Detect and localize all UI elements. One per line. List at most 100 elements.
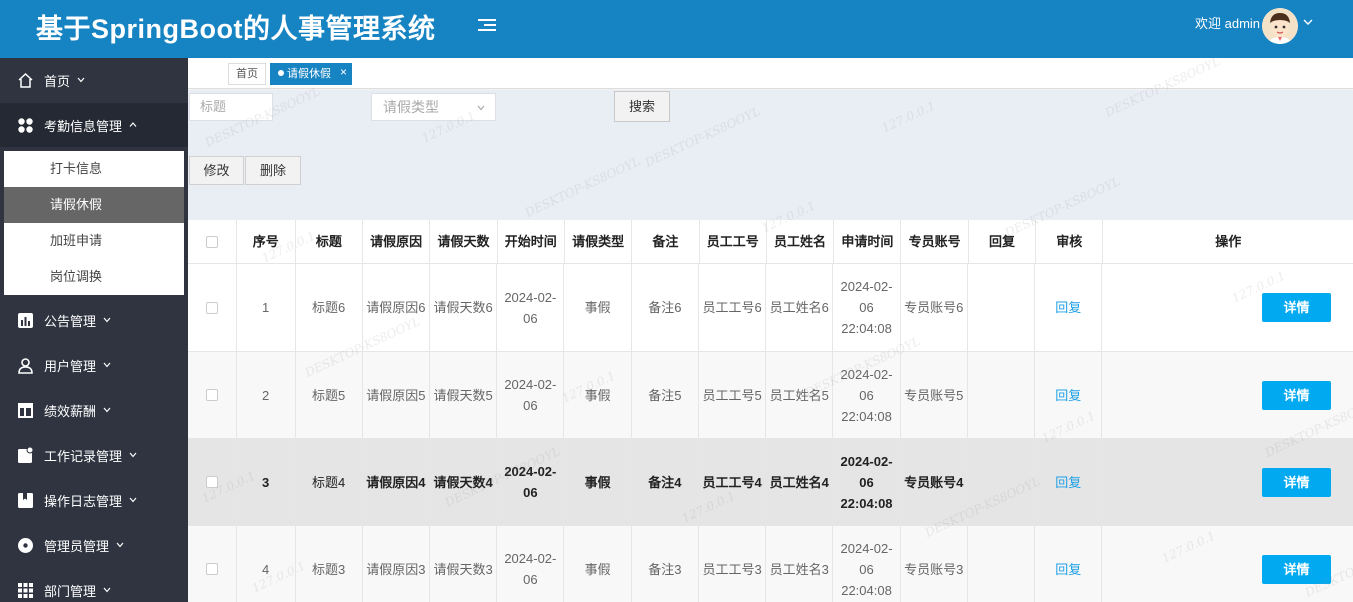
cell-emp-name: 员工姓名4 <box>766 439 834 525</box>
edit-button[interactable]: 修改 <box>189 156 244 185</box>
cell-reply <box>968 352 1036 438</box>
chevron-down-icon <box>129 497 137 503</box>
search-button[interactable]: 搜索 <box>614 91 670 122</box>
sidebar-item-label: 首页 <box>44 73 71 89</box>
sidebar-item-attendance[interactable]: 考勤信息管理 <box>0 103 188 147</box>
chevron-up-icon <box>129 122 137 127</box>
select-all-cell <box>188 220 237 263</box>
chart-icon <box>18 312 33 328</box>
sidebar-item-label: 绩效薪酬 <box>44 403 97 419</box>
sidebar-item-oplog[interactable]: 操作日志管理 <box>0 478 188 522</box>
home-icon <box>18 72 33 88</box>
tab-leave[interactable]: 请假休假 × <box>270 63 352 85</box>
col-header: 专员账号 <box>901 220 969 263</box>
tab-label: 请假休假 <box>287 68 331 80</box>
col-header: 请假类型 <box>565 220 633 263</box>
sidebar-item-label: 工作记录管理 <box>44 448 123 464</box>
select-all-checkbox[interactable] <box>205 235 218 248</box>
cell-apply-time: 2024-02-06 22:04:08 <box>833 526 901 602</box>
col-header: 请假天数 <box>430 220 498 263</box>
row-checkbox[interactable] <box>205 389 218 401</box>
col-header: 员工姓名 <box>767 220 835 263</box>
chevron-down-icon <box>477 105 485 111</box>
table-row[interactable]: 1 标题6 请假原因6 请假天数6 2024-02-06 事假 备注6 员工工号… <box>188 264 1353 352</box>
cell-days: 请假天数6 <box>430 264 498 351</box>
cell-emp-name: 员工姓名3 <box>766 526 834 602</box>
sidebar-item-salary[interactable]: 绩效薪酬 <box>0 388 188 432</box>
layout-icon <box>18 402 33 418</box>
detail-button[interactable]: 详情 <box>1261 554 1331 584</box>
leave-type-select[interactable]: 请假类型 <box>371 93 496 121</box>
cell-title: 标题4 <box>296 439 363 525</box>
cell-reply <box>968 526 1036 602</box>
submenu-item-overtime[interactable]: 加班申请 <box>4 223 184 259</box>
attendance-submenu: 打卡信息 请假休假 加班申请 岗位调换 <box>4 151 184 295</box>
title-search-input[interactable]: 标题 <box>189 93 273 121</box>
cell-reason: 请假原因3 <box>363 526 430 602</box>
cell-days: 请假天数4 <box>430 439 498 525</box>
chevron-down-icon <box>103 407 111 413</box>
chevron-down-icon <box>103 587 111 593</box>
sidebar-item-label: 管理员管理 <box>44 538 110 554</box>
cell-account: 专员账号5 <box>901 352 968 438</box>
sidebar-item-home[interactable]: 首页 <box>0 58 188 102</box>
col-header: 序号 <box>237 220 296 263</box>
cell-days: 请假天数5 <box>430 352 498 438</box>
cell-no: 1 <box>237 264 296 351</box>
chevron-down-icon <box>129 452 137 458</box>
cell-emp-name: 员工姓名6 <box>766 264 834 351</box>
sidebar-item-admin[interactable]: 管理员管理 <box>0 523 188 567</box>
row-checkbox[interactable] <box>205 301 218 314</box>
cell-start: 2024-02-06 <box>497 352 565 438</box>
submenu-item-transfer[interactable]: 岗位调换 <box>4 259 184 295</box>
row-checkbox[interactable] <box>205 476 218 488</box>
cell-reason: 请假原因5 <box>363 352 430 438</box>
active-dot-icon <box>278 70 284 77</box>
chevron-down-icon <box>103 362 111 368</box>
cell-apply-time: 2024-02-06 22:04:08 <box>833 439 901 525</box>
detail-button[interactable]: 详情 <box>1261 467 1331 497</box>
cell-type: 事假 <box>564 352 632 438</box>
detail-button[interactable]: 详情 <box>1261 293 1331 322</box>
table-row[interactable]: 2 标题5 请假原因5 请假天数5 2024-02-06 事假 备注5 员工工号… <box>188 352 1353 439</box>
cell-title: 标题3 <box>296 526 363 602</box>
cell-note: 备注5 <box>632 352 699 438</box>
detail-button[interactable]: 详情 <box>1261 380 1331 410</box>
submenu-item-clockin[interactable]: 打卡信息 <box>4 151 184 187</box>
cell-start: 2024-02-06 <box>497 264 565 351</box>
cell-reason: 请假原因6 <box>363 264 430 351</box>
cell-reason: 请假原因4 <box>363 439 430 525</box>
sidebar: 首页 考勤信息管理 打卡信息 请假休假 加班申请 岗位调换 公告管理 用户管理 … <box>0 58 188 602</box>
delete-button[interactable]: 删除 <box>245 156 301 185</box>
reply-link[interactable]: 回复 <box>1055 559 1081 580</box>
reply-link[interactable]: 回复 <box>1055 472 1081 493</box>
submenu-item-leave[interactable]: 请假休假 <box>4 187 184 223</box>
chevron-down-icon <box>116 542 124 548</box>
cell-note: 备注6 <box>632 264 699 351</box>
cell-reply <box>968 264 1036 351</box>
chevron-down-icon[interactable] <box>1302 16 1314 28</box>
close-icon[interactable]: × <box>340 62 347 82</box>
sidebar-item-worklog[interactable]: 工作记录管理 <box>0 433 188 477</box>
sidebar-item-label: 操作日志管理 <box>44 493 123 509</box>
sidebar-item-users[interactable]: 用户管理 <box>0 343 188 387</box>
cell-account: 专员账号4 <box>901 439 968 525</box>
cell-note: 备注3 <box>632 526 699 602</box>
reply-link[interactable]: 回复 <box>1055 297 1081 318</box>
sidebar-item-notice[interactable]: 公告管理 <box>0 298 188 342</box>
sidebar-item-dept[interactable]: 部门管理 <box>0 568 188 602</box>
avatar[interactable] <box>1262 8 1298 44</box>
table-row[interactable]: 3 标题4 请假原因4 请假天数4 2024-02-06 事假 备注4 员工工号… <box>188 439 1353 526</box>
app-title: 基于SpringBoot的人事管理系统 <box>36 14 436 44</box>
col-header: 操作 <box>1215 234 1242 249</box>
cell-start: 2024-02-06 <box>497 439 565 525</box>
reply-link[interactable]: 回复 <box>1055 385 1081 406</box>
grid-dots-icon <box>18 117 33 133</box>
cell-emp-no: 员工工号3 <box>699 526 767 602</box>
row-checkbox[interactable] <box>205 563 218 575</box>
table-row[interactable]: 4 标题3 请假原因3 请假天数3 2024-02-06 事假 备注3 员工工号… <box>188 526 1353 602</box>
chevron-down-icon <box>77 77 85 83</box>
col-header: 回复 <box>969 220 1037 263</box>
menu-toggle-icon[interactable] <box>476 16 498 38</box>
tab-home[interactable]: 首页 <box>228 63 266 85</box>
